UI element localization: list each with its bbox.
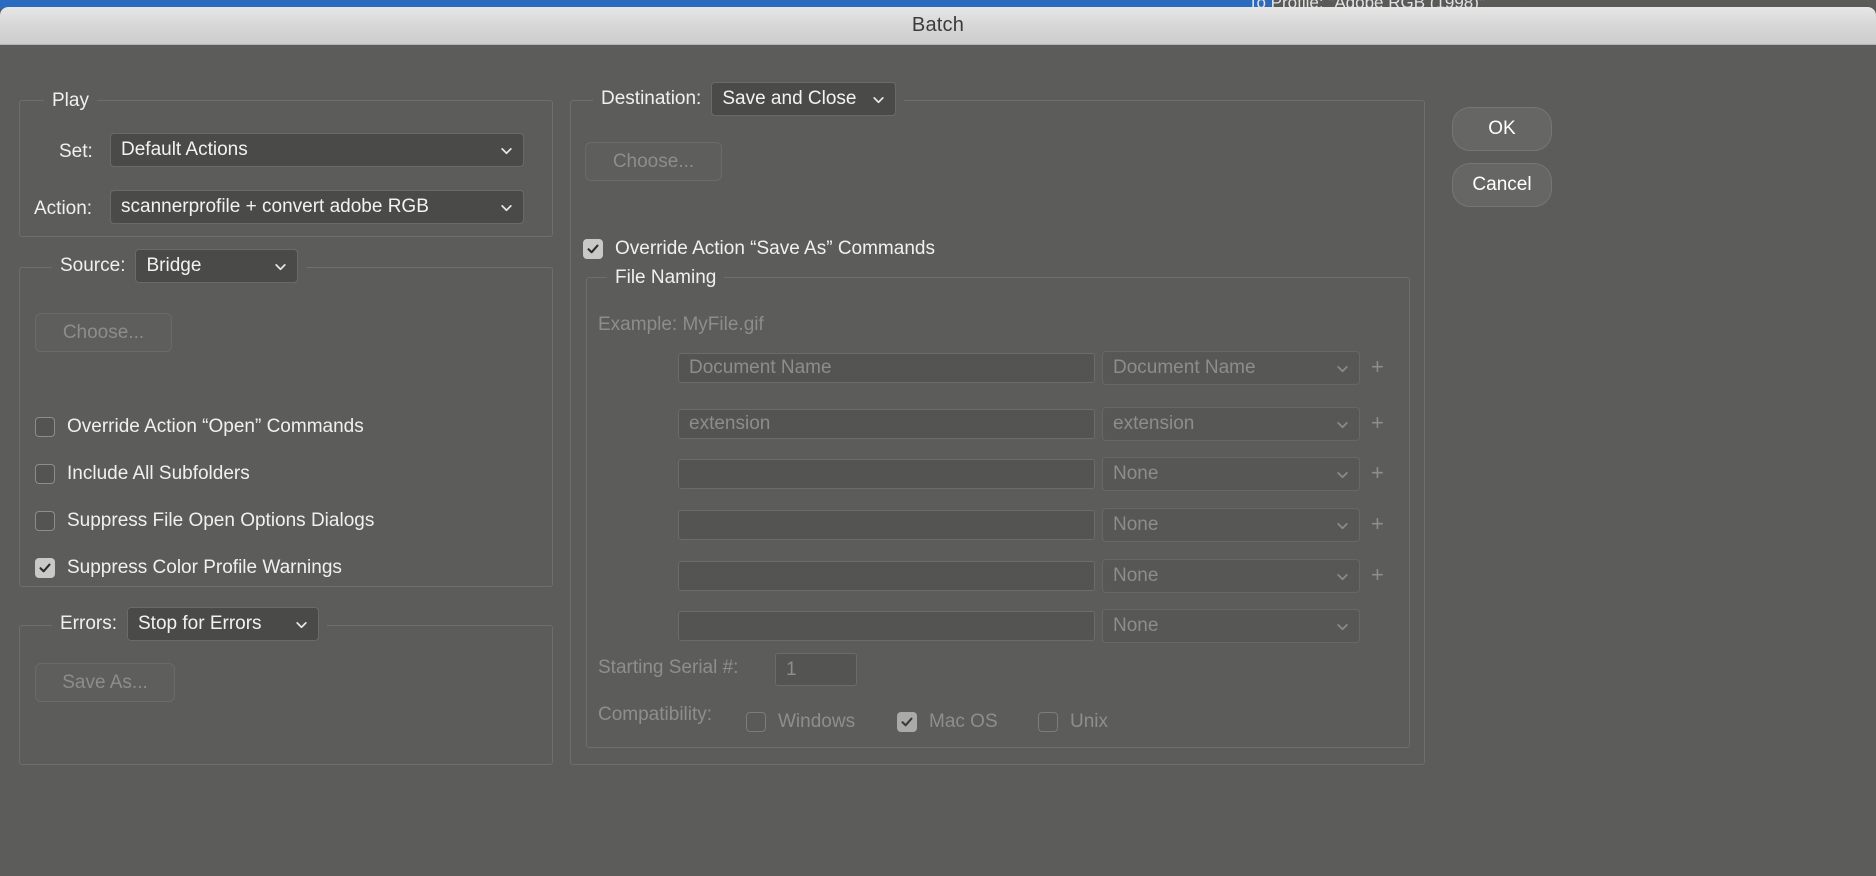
chevron-down-icon xyxy=(296,621,307,628)
dialog-titlebar: Batch xyxy=(0,7,1876,45)
checkbox-box xyxy=(35,417,55,437)
checkbox-label: Mac OS xyxy=(929,711,998,732)
destination-select[interactable]: Save and Close xyxy=(711,82,897,116)
dialog-title: Batch xyxy=(911,14,965,36)
checkbox-include-all-subfolders[interactable]: Include All Subfolders xyxy=(35,463,250,485)
errors-save-as-button[interactable]: Save As... xyxy=(35,663,175,702)
source-select-value: Bridge xyxy=(146,255,202,276)
batch-dialog: Batch Play Set: Default Actions Action: … xyxy=(0,7,1876,876)
checkbox-override-open-commands[interactable]: Override Action “Open” Commands xyxy=(35,416,364,438)
file-naming-plus-4[interactable]: + xyxy=(1371,513,1384,535)
file-naming-select-value: None xyxy=(1113,615,1159,636)
source-group-legend: Source: Bridge xyxy=(52,249,307,283)
compatibility-label: Compatibility: xyxy=(598,704,713,725)
file-naming-select-3[interactable]: None xyxy=(1102,457,1360,491)
checkbox-label: Override Action “Open” Commands xyxy=(67,416,364,437)
file-naming-select-2[interactable]: extension xyxy=(1102,407,1360,441)
checkbox-suppress-file-open-options-dialogs[interactable]: Suppress File Open Options Dialogs xyxy=(35,510,374,532)
file-naming-select-1[interactable]: Document Name xyxy=(1102,351,1360,385)
checkbox-box xyxy=(897,712,917,732)
file-naming-plus-5[interactable]: + xyxy=(1371,564,1384,586)
starting-serial-input[interactable]: 1 xyxy=(775,653,857,686)
file-naming-group-legend: File Naming xyxy=(607,267,725,289)
file-naming-plus-3[interactable]: + xyxy=(1371,462,1384,484)
file-naming-plus-1[interactable]: + xyxy=(1371,356,1384,378)
chevron-down-icon xyxy=(501,147,512,154)
file-naming-input-3[interactable] xyxy=(678,459,1095,489)
file-naming-input-5[interactable] xyxy=(678,561,1095,591)
chevron-down-icon xyxy=(1337,421,1348,428)
errors-group-legend: Errors: Stop for Errors xyxy=(52,607,327,641)
starting-serial-label: Starting Serial #: xyxy=(598,657,739,678)
file-naming-select-value: None xyxy=(1113,565,1159,586)
set-label: Set: xyxy=(59,141,93,162)
set-select-value: Default Actions xyxy=(121,139,248,160)
checkbox-box xyxy=(1038,712,1058,732)
source-label: Source: xyxy=(60,255,126,276)
checkbox-compatibility-macos[interactable]: Mac OS xyxy=(897,711,998,733)
file-naming-example: Example: MyFile.gif xyxy=(598,314,764,335)
file-naming-plus-2[interactable]: + xyxy=(1371,412,1384,434)
destination-label: Destination: xyxy=(601,88,702,109)
checkbox-label: Include All Subfolders xyxy=(67,463,250,484)
checkbox-label: Suppress File Open Options Dialogs xyxy=(67,510,375,531)
source-choose-button[interactable]: Choose... xyxy=(35,313,172,352)
file-naming-select-6[interactable]: None xyxy=(1102,609,1360,643)
checkbox-compatibility-windows[interactable]: Windows xyxy=(746,711,855,733)
errors-label: Errors: xyxy=(60,613,117,634)
dialog-body: Play Set: Default Actions Action: scanne… xyxy=(0,45,1876,876)
checkbox-box xyxy=(583,239,603,259)
checkbox-box xyxy=(35,558,55,578)
checkbox-box xyxy=(746,712,766,732)
destination-select-value: Save and Close xyxy=(722,88,857,109)
chevron-down-icon xyxy=(873,96,885,103)
chevron-down-icon xyxy=(1337,365,1348,372)
action-select-value: scannerprofile + convert adobe RGB xyxy=(121,196,429,217)
errors-select[interactable]: Stop for Errors xyxy=(127,607,319,641)
file-naming-input-4[interactable] xyxy=(678,510,1095,540)
file-naming-input-1[interactable]: Document Name xyxy=(678,353,1095,383)
checkbox-label: Windows xyxy=(778,711,856,732)
destination-choose-button[interactable]: Choose... xyxy=(585,142,722,181)
file-naming-select-value: extension xyxy=(1113,413,1195,434)
file-naming-input-6[interactable] xyxy=(678,611,1095,641)
checkbox-compatibility-unix[interactable]: Unix xyxy=(1038,711,1108,733)
chevron-down-icon xyxy=(1337,522,1348,529)
chevron-down-icon xyxy=(275,263,287,270)
destination-group-legend: Destination: Save and Close xyxy=(593,82,905,116)
checkbox-box xyxy=(35,464,55,484)
chevron-down-icon xyxy=(501,204,512,211)
action-label: Action: xyxy=(34,198,93,219)
chevron-down-icon xyxy=(1337,573,1348,580)
file-naming-select-value: None xyxy=(1113,514,1159,535)
errors-select-value: Stop for Errors xyxy=(138,613,262,634)
checkbox-suppress-color-profile-warnings[interactable]: Suppress Color Profile Warnings xyxy=(35,557,342,579)
chevron-down-icon xyxy=(1337,471,1348,478)
checkbox-box xyxy=(35,511,55,531)
play-group-legend: Play xyxy=(44,90,97,112)
file-naming-select-value: Document Name xyxy=(1113,357,1256,378)
action-select[interactable]: scannerprofile + convert adobe RGB xyxy=(110,190,524,224)
checkbox-label: Suppress Color Profile Warnings xyxy=(67,557,342,578)
file-naming-select-5[interactable]: None xyxy=(1102,559,1360,593)
source-select[interactable]: Bridge xyxy=(135,249,299,283)
set-select[interactable]: Default Actions xyxy=(110,133,524,167)
file-naming-select-4[interactable]: None xyxy=(1102,508,1360,542)
file-naming-input-2[interactable]: extension xyxy=(678,409,1095,439)
checkbox-override-save-as-commands[interactable]: Override Action “Save As” Commands xyxy=(583,238,935,260)
checkbox-label: Override Action “Save As” Commands xyxy=(615,238,935,259)
chevron-down-icon xyxy=(1337,623,1348,630)
cancel-button[interactable]: Cancel xyxy=(1452,163,1552,207)
checkbox-label: Unix xyxy=(1070,711,1109,732)
file-naming-select-value: None xyxy=(1113,463,1159,484)
ok-button[interactable]: OK xyxy=(1452,107,1552,151)
